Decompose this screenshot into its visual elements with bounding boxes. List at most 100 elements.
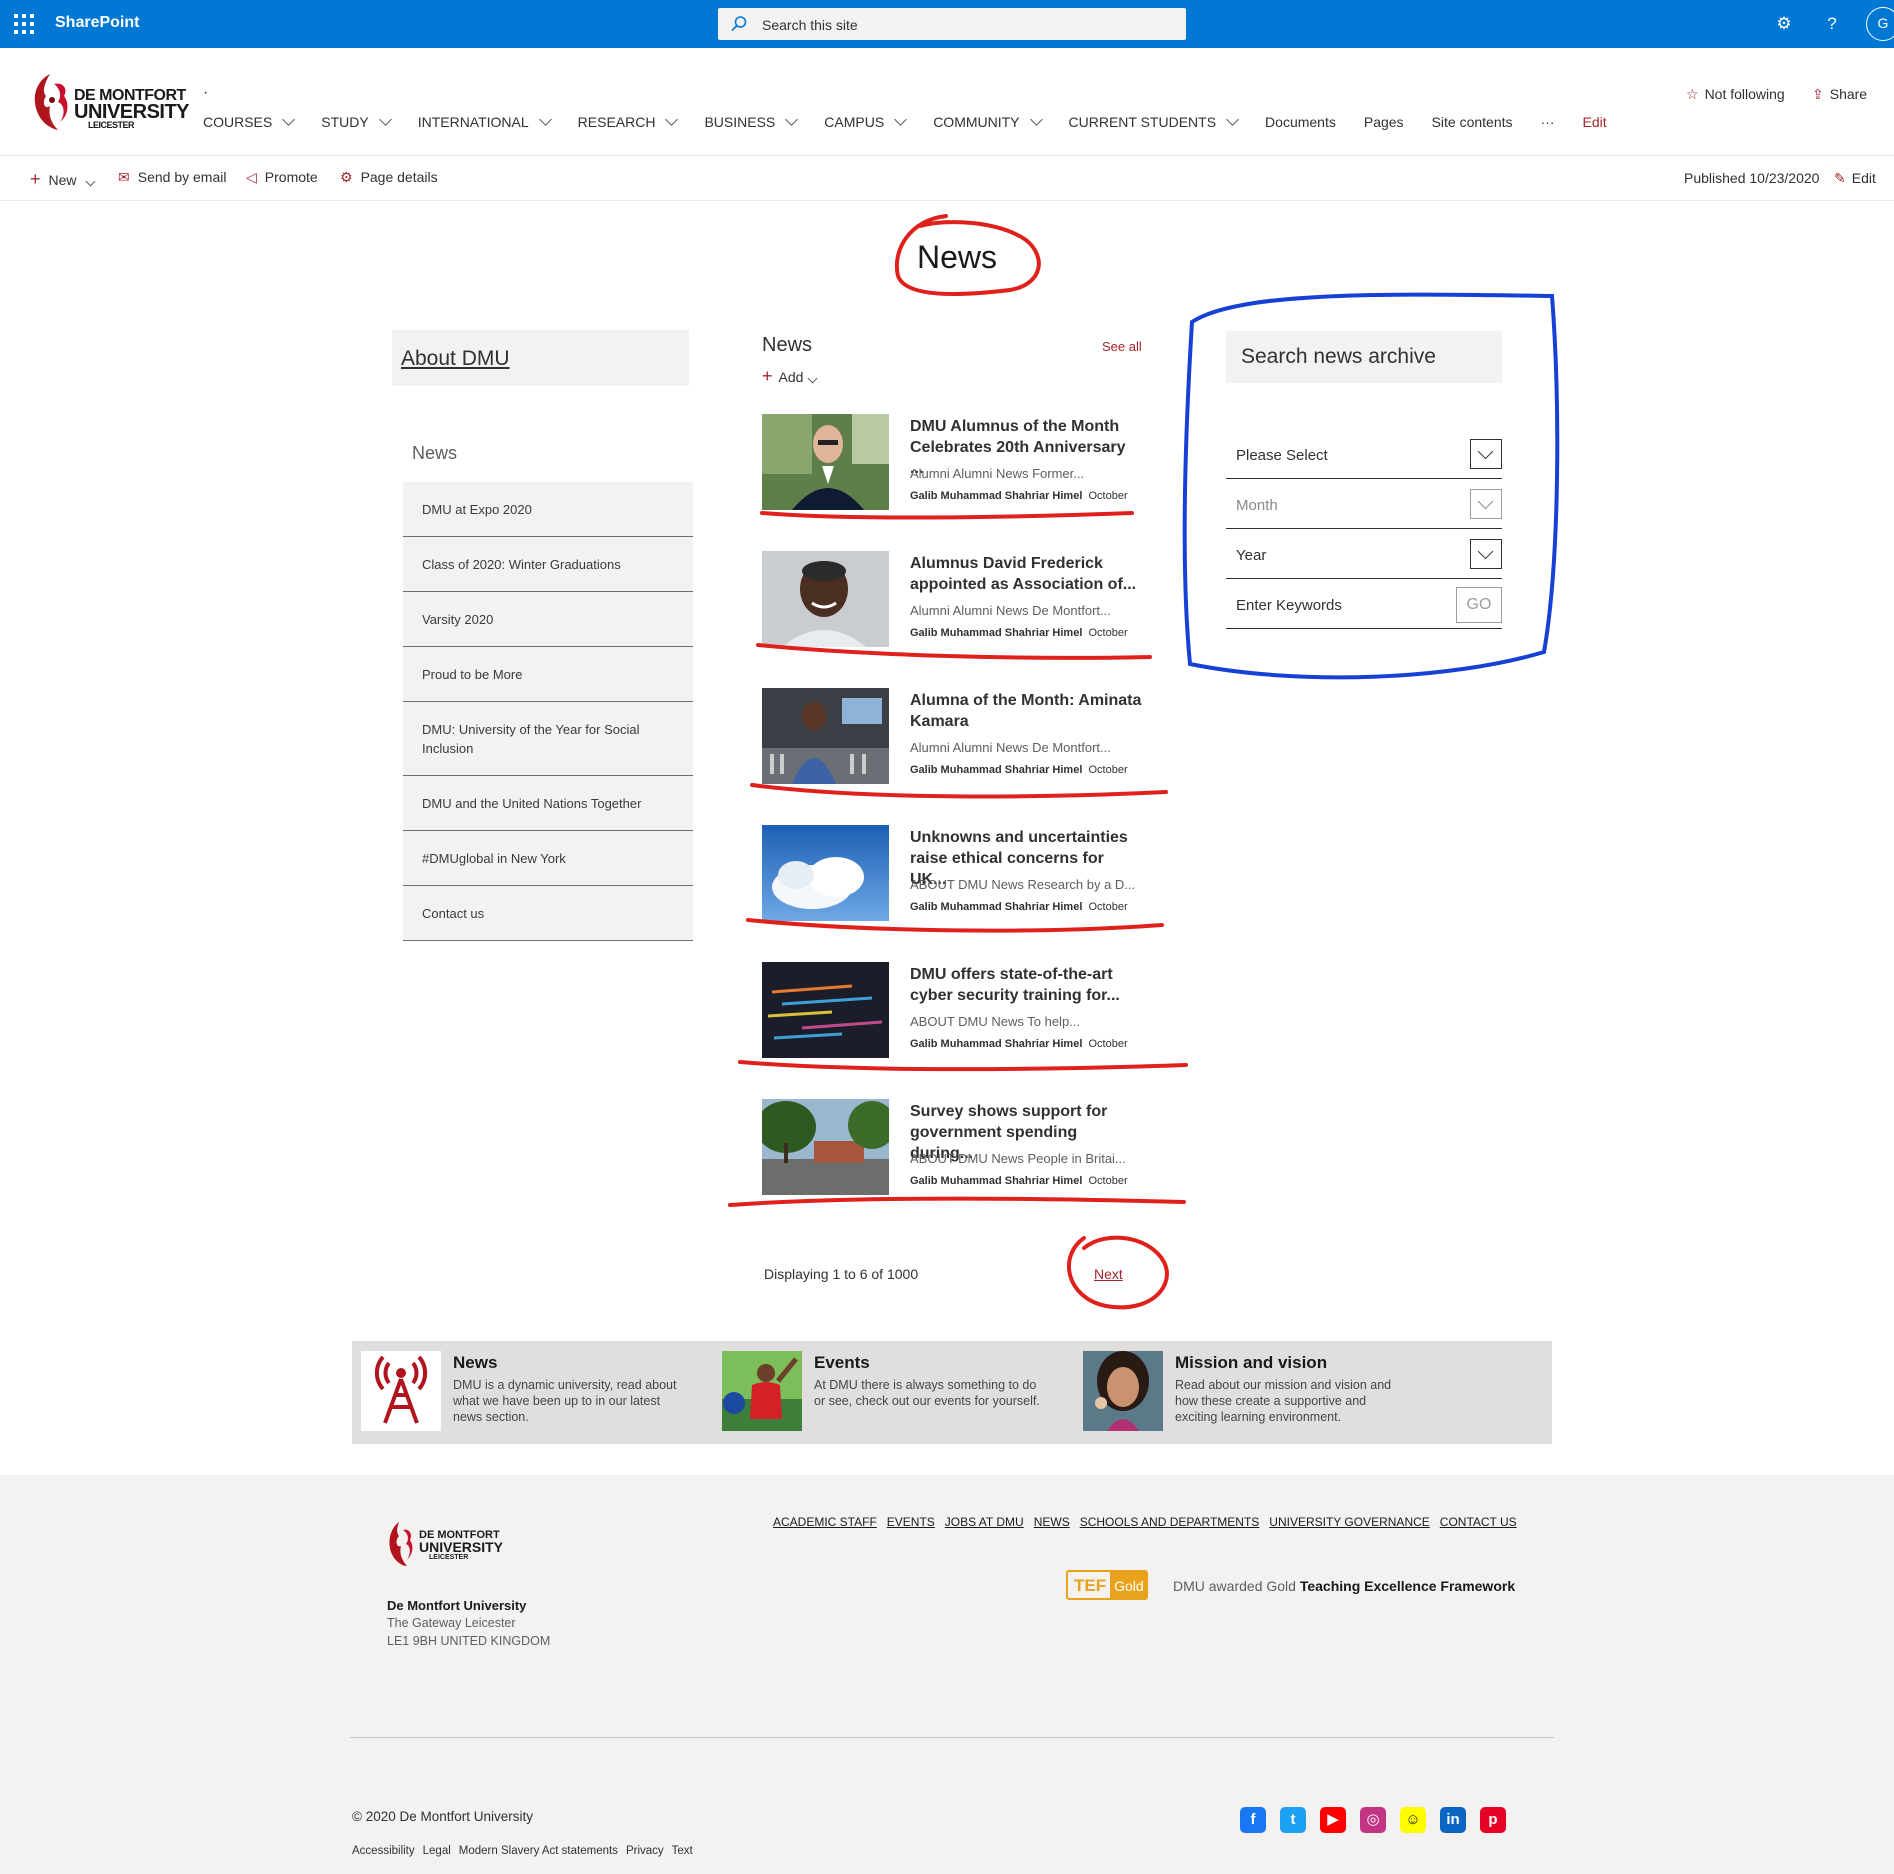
legal-link[interactable]: Modern Slavery Act statements bbox=[459, 1845, 618, 1857]
news-date: October bbox=[1088, 490, 1128, 502]
news-webpart-title: News bbox=[762, 334, 813, 356]
app-name[interactable]: SharePoint bbox=[55, 14, 139, 32]
nav-item-label: Pages bbox=[1363, 114, 1404, 130]
news-item[interactable]: Alumna of the Month: Aminata Kamara Alumn… bbox=[762, 688, 1142, 784]
snapchat-icon[interactable]: ☺ bbox=[1400, 1807, 1426, 1833]
instagram-icon[interactable]: ◎ bbox=[1360, 1807, 1386, 1833]
chevron-down-icon[interactable] bbox=[1470, 439, 1502, 469]
news-item[interactable]: Survey shows support for government spen… bbox=[762, 1099, 1142, 1195]
send-by-email-button[interactable]: ✉ Send by email bbox=[118, 169, 226, 186]
go-button[interactable]: GO bbox=[1456, 587, 1502, 623]
leftnav-item[interactable]: Varsity 2020 bbox=[403, 592, 693, 647]
footer-logo[interactable]: DE MONTFORT UNIVERSITY LEICESTER bbox=[387, 1520, 527, 1570]
legal-link[interactable]: Privacy bbox=[626, 1845, 664, 1857]
news-thumbnail[interactable] bbox=[762, 825, 889, 921]
nav-item-edit[interactable]: Edit bbox=[1583, 114, 1607, 130]
facebook-icon[interactable]: f bbox=[1240, 1807, 1266, 1833]
new-label: New bbox=[48, 172, 77, 188]
footer-link[interactable]: EVENTS bbox=[887, 1515, 935, 1529]
month-select[interactable]: Month bbox=[1226, 481, 1502, 529]
news-item[interactable]: Alumnus David Frederick appointed as Ass… bbox=[762, 551, 1142, 647]
footer-link[interactable]: NEWS bbox=[1034, 1515, 1070, 1529]
new-button[interactable]: + New bbox=[30, 169, 95, 190]
news-item[interactable]: DMU offers state-of-the-art cyber securi… bbox=[762, 962, 1142, 1058]
nav-item-study[interactable]: STUDY bbox=[321, 113, 392, 130]
leftnav-item[interactable]: #DMUglobal in New York bbox=[403, 831, 693, 886]
nav-item-courses[interactable]: COURSES bbox=[203, 113, 296, 130]
news-title[interactable]: Alumna of the Month: Aminata Kamara bbox=[910, 690, 1142, 732]
promo-card-mission[interactable]: Mission and vision Read about our missio… bbox=[1083, 1351, 1423, 1433]
nav-item-community[interactable]: COMMUNITY bbox=[933, 113, 1043, 130]
site-footer bbox=[0, 1475, 1894, 1874]
news-thumbnail[interactable] bbox=[762, 1099, 889, 1195]
footer-link[interactable]: CONTACT US bbox=[1440, 1515, 1517, 1529]
year-select[interactable]: Year bbox=[1226, 531, 1502, 579]
help-icon[interactable]: ? bbox=[1820, 12, 1844, 36]
add-news-button[interactable]: + Add bbox=[762, 366, 818, 387]
legal-link[interactable]: Legal bbox=[423, 1845, 451, 1857]
share-icon: ⇪ bbox=[1812, 86, 1824, 102]
see-all-link[interactable]: See all bbox=[1102, 339, 1142, 354]
promo-card-news[interactable]: News DMU is a dynamic university, read a… bbox=[361, 1351, 701, 1433]
mail-icon: ✉ bbox=[118, 169, 130, 185]
command-bar: + New ✉ Send by email ◁ Promote ⚙ Page detai… bbox=[0, 157, 1894, 201]
news-thumbnail[interactable] bbox=[762, 962, 889, 1058]
nav-item-international[interactable]: INTERNATIONAL bbox=[418, 113, 552, 130]
nav-item--[interactable]: ··· bbox=[1541, 114, 1555, 130]
news-title[interactable]: DMU offers state-of-the-art cyber securi… bbox=[910, 964, 1142, 1006]
promo-card-events[interactable]: Events At DMU there is always something … bbox=[722, 1351, 1062, 1433]
footer-link[interactable]: JOBS AT DMU bbox=[945, 1515, 1024, 1529]
nav-item-label: ··· bbox=[1540, 114, 1555, 130]
next-page-link[interactable]: Next bbox=[1094, 1266, 1123, 1282]
nav-item-pages[interactable]: Pages bbox=[1364, 114, 1404, 130]
archive-title-box: Search news archive bbox=[1226, 331, 1502, 383]
nav-item-documents[interactable]: Documents bbox=[1265, 114, 1336, 130]
leftnav-item[interactable]: DMU: University of the Year for Social I… bbox=[403, 702, 693, 776]
published-date: Published 10/23/2020 bbox=[1684, 170, 1820, 186]
leftnav-item[interactable]: Contact us bbox=[403, 886, 693, 941]
follow-button[interactable]: ☆ Not following bbox=[1686, 86, 1785, 103]
promote-button[interactable]: ◁ Promote bbox=[246, 169, 318, 186]
site-search-input[interactable]: Search this site bbox=[718, 8, 1186, 40]
pinterest-icon[interactable]: p bbox=[1480, 1807, 1506, 1833]
chevron-down-icon[interactable] bbox=[1470, 489, 1502, 519]
news-title[interactable]: Alumnus David Frederick appointed as Ass… bbox=[910, 553, 1142, 595]
leftnav-item[interactable]: Proud to be More bbox=[403, 647, 693, 702]
youtube-icon[interactable]: ▶ bbox=[1320, 1807, 1346, 1833]
chevron-down-icon[interactable] bbox=[1470, 539, 1502, 569]
nav-item-current-students[interactable]: CURRENT STUDENTS bbox=[1069, 113, 1239, 130]
edit-page-button[interactable]: ✎ Edit bbox=[1834, 170, 1876, 187]
avatar[interactable]: G bbox=[1866, 7, 1894, 41]
nav-item-campus[interactable]: CAMPUS bbox=[824, 113, 908, 130]
share-button[interactable]: ⇪ Share bbox=[1812, 86, 1867, 103]
footer-link[interactable]: ACADEMIC STAFF bbox=[773, 1515, 877, 1529]
leftnav-item[interactable]: Class of 2020: Winter Graduations bbox=[403, 537, 693, 592]
twitter-icon[interactable]: t bbox=[1280, 1807, 1306, 1833]
keywords-field[interactable]: Enter Keywords GO bbox=[1226, 581, 1502, 629]
gear-icon[interactable]: ⚙ bbox=[1772, 12, 1796, 36]
leftnav-item[interactable]: DMU and the United Nations Together bbox=[403, 776, 693, 831]
category-select[interactable]: Please Select bbox=[1226, 431, 1502, 479]
legal-link[interactable]: Text bbox=[672, 1845, 693, 1857]
footer-link[interactable]: SCHOOLS AND DEPARTMENTS bbox=[1080, 1515, 1260, 1529]
news-thumbnail[interactable] bbox=[762, 688, 889, 784]
nav-item-business[interactable]: BUSINESS bbox=[704, 113, 799, 130]
footer-link[interactable]: UNIVERSITY GOVERNANCE bbox=[1269, 1515, 1429, 1529]
news-item[interactable]: Unknowns and uncertainties raise ethical… bbox=[762, 825, 1142, 921]
nav-item-site-contents[interactable]: Site contents bbox=[1432, 114, 1513, 130]
chevron-down-icon bbox=[894, 113, 908, 126]
underline-5 bbox=[738, 1060, 1188, 1072]
app-launcher-icon[interactable] bbox=[14, 14, 34, 34]
megaphone-icon: ◁ bbox=[246, 169, 257, 185]
news-description: Alumni Alumni News De Montfort... bbox=[910, 740, 1111, 755]
nav-item-research[interactable]: RESEARCH bbox=[578, 113, 679, 130]
news-item[interactable]: DMU Alumnus of the Month Celebrates 20th… bbox=[762, 414, 1142, 510]
page-details-button[interactable]: ⚙ Page details bbox=[340, 169, 438, 186]
follow-label: Not following bbox=[1704, 86, 1785, 102]
legal-link[interactable]: Accessibility bbox=[352, 1845, 415, 1857]
leftnav-item[interactable]: DMU at Expo 2020 bbox=[403, 482, 693, 537]
linkedin-icon[interactable]: in bbox=[1440, 1807, 1466, 1833]
about-dmu-link[interactable]: About DMU bbox=[401, 347, 510, 371]
news-thumbnail[interactable] bbox=[762, 551, 889, 647]
news-thumbnail[interactable] bbox=[762, 414, 889, 510]
